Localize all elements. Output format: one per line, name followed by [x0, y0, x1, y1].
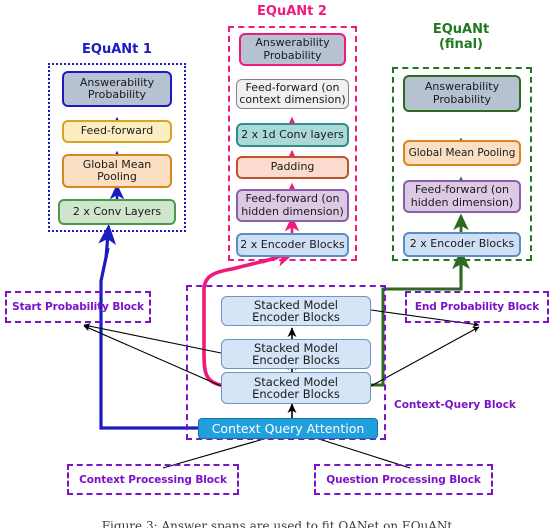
- equant-final-title: EQuANt (final): [396, 22, 526, 52]
- equant1-node-feedforward[interactable]: Feed-forward: [62, 120, 172, 143]
- equant-final-node-encoder-blocks-label: 2 x Encoder Blocks: [409, 237, 515, 251]
- equant2-node-conv1d-label: 2 x 1d Conv layers: [241, 127, 344, 141]
- equant-final-node-encoder-blocks[interactable]: 2 x Encoder Blocks: [403, 232, 521, 257]
- equant-final-title-line1: EQuANt: [432, 22, 490, 37]
- equant2-node-conv1d[interactable]: 2 x 1d Conv layers: [236, 123, 349, 147]
- equant2-node-feedforward-context[interactable]: Feed-forward (on context dimension): [236, 79, 349, 109]
- stacked-model-encoder-blocks-bottom-label: Stacked Model Encoder Blocks: [252, 374, 340, 401]
- start-probability-block[interactable]: Start Probability Block: [5, 291, 151, 323]
- context-processing-block-label: Context Processing Block: [79, 473, 227, 486]
- equant1-title: EQuANt 1: [82, 42, 152, 57]
- stacked-model-encoder-blocks-middle-label: Stacked Model Encoder Blocks: [252, 340, 340, 367]
- equant-final-node-answerability-label: Answerability Probability: [424, 80, 500, 106]
- equant1-node-global-mean-pooling[interactable]: Global Mean Pooling: [62, 154, 172, 188]
- stacked-model-encoder-blocks-bottom[interactable]: Stacked Model Encoder Blocks: [221, 372, 371, 404]
- context-query-attention-label: Context Query Attention: [211, 421, 365, 436]
- equant1-node-conv-layers[interactable]: 2 x Conv Layers: [58, 199, 176, 225]
- end-probability-block-label: End Probability Block: [414, 301, 540, 313]
- equant1-node-answerability[interactable]: Answerability Probability: [62, 71, 172, 107]
- end-probability-block[interactable]: End Probability Block: [405, 291, 549, 323]
- equant-final-node-feedforward-hidden[interactable]: Feed-forward (on hidden dimension): [403, 180, 521, 213]
- question-processing-block-label: Question Processing Block: [326, 473, 481, 486]
- equant1-node-answerability-label: Answerability Probability: [79, 75, 155, 101]
- equant-final-node-global-mean-pooling-label: Global Mean Pooling: [408, 146, 516, 159]
- equant1-node-global-mean-pooling-label: Global Mean Pooling: [82, 157, 152, 183]
- equant2-node-encoder-blocks[interactable]: 2 x Encoder Blocks: [236, 233, 349, 257]
- equant2-node-feedforward-hidden[interactable]: Feed-forward (on hidden dimension): [236, 189, 349, 222]
- context-processing-block[interactable]: Context Processing Block: [67, 464, 239, 495]
- equant2-node-answerability-label: Answerability Probability: [255, 36, 330, 62]
- stacked-model-encoder-blocks-top-label: Stacked Model Encoder Blocks: [252, 297, 340, 324]
- equant2-node-encoder-blocks-label: 2 x Encoder Blocks: [240, 237, 345, 251]
- context-query-block-label: Context-Query Block: [394, 399, 516, 411]
- equant1-node-feedforward-label: Feed-forward: [80, 124, 154, 138]
- equant-final-node-answerability[interactable]: Answerability Probability: [403, 75, 521, 112]
- equant2-node-padding-label: Padding: [270, 160, 315, 174]
- start-probability-block-label: Start Probability Block: [12, 301, 144, 313]
- equant2-title: EQuANt 2: [257, 4, 327, 19]
- context-query-attention-node[interactable]: Context Query Attention: [198, 418, 378, 439]
- question-processing-block[interactable]: Question Processing Block: [314, 464, 493, 495]
- stacked-model-encoder-blocks-top[interactable]: Stacked Model Encoder Blocks: [221, 296, 371, 326]
- equant2-node-answerability[interactable]: Answerability Probability: [239, 33, 346, 66]
- equant2-node-feedforward-hidden-label: Feed-forward (on hidden dimension): [241, 192, 344, 218]
- equant-final-title-line2: (final): [438, 37, 483, 52]
- stacked-model-encoder-blocks-middle[interactable]: Stacked Model Encoder Blocks: [221, 339, 371, 369]
- equant1-node-conv-layers-label: 2 x Conv Layers: [72, 204, 162, 218]
- equant-final-node-global-mean-pooling[interactable]: Global Mean Pooling: [403, 140, 521, 166]
- equant2-node-feedforward-context-label: Feed-forward (on context dimension): [239, 80, 346, 106]
- figure-caption: Figure 3: Answer spans are used to fit Q…: [101, 519, 453, 528]
- equant2-node-padding[interactable]: Padding: [236, 156, 349, 179]
- equant-final-node-feedforward-hidden-label: Feed-forward (on hidden dimension): [410, 183, 514, 209]
- diagram-canvas: EQuANt 1 Answerability Probability Feed-…: [0, 0, 554, 528]
